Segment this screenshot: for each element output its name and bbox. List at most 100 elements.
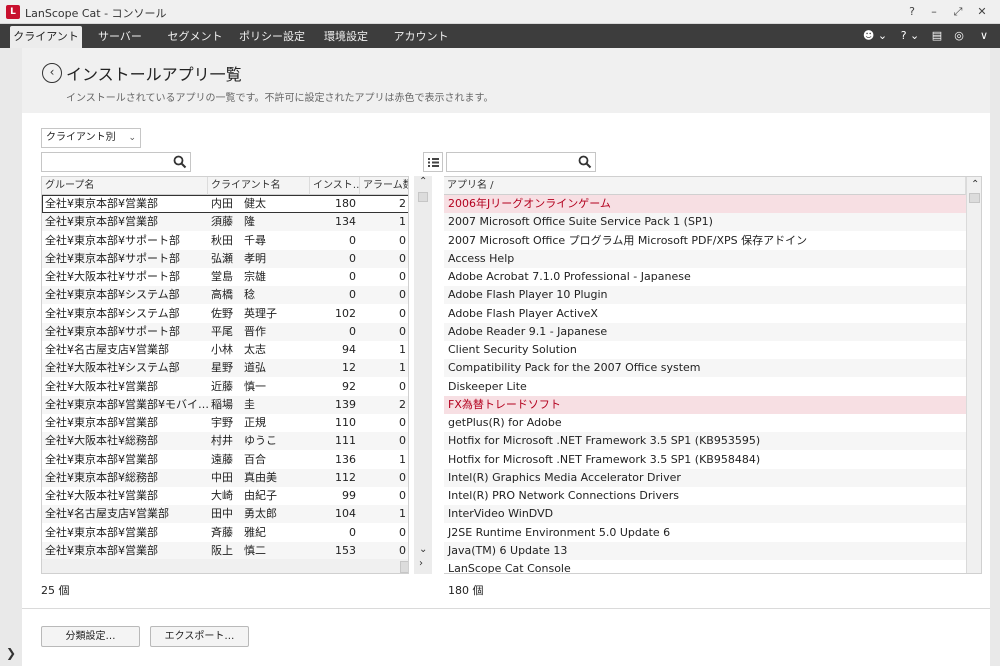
list-item[interactable]: Java(TM) 6 Update 13 bbox=[444, 541, 966, 560]
chevron-up-icon[interactable]: ⌃ bbox=[971, 179, 979, 190]
tab-account[interactable]: アカウント bbox=[386, 26, 456, 48]
table-row[interactable]: 全社¥大阪本社¥営業部 大崎 由紀子 99 0 bbox=[42, 487, 408, 505]
cell-alarms: 2 bbox=[399, 197, 406, 210]
globe-icon[interactable]: ◎ bbox=[950, 27, 968, 45]
table-row[interactable]: 全社¥東京本部¥営業部 阪上 慎二 153 0 bbox=[42, 541, 408, 560]
list-item[interactable]: J2SE Runtime Environment 5.0 Update 6 bbox=[444, 524, 966, 542]
table-row[interactable]: 全社¥東京本部¥営業部 遠藤 百合 136 1 bbox=[42, 451, 408, 469]
table-row[interactable]: 全社¥大阪本社¥営業部 近藤 慎一 92 0 bbox=[42, 378, 408, 396]
table-row[interactable]: 全社¥東京本部¥営業部 内田 健太 180 2 bbox=[42, 195, 408, 213]
minimize-button[interactable]: – bbox=[924, 3, 944, 21]
tab-client[interactable]: クライアント bbox=[10, 26, 82, 48]
table-row[interactable]: 全社¥名古屋支店¥営業部 田中 勇太郎 104 1 bbox=[42, 505, 408, 524]
table-row[interactable]: 全社¥大阪本社¥システム部 星野 道弘 12 1 bbox=[42, 359, 408, 378]
table-row[interactable]: 全社¥東京本部¥システム部 高橋 稔 0 0 bbox=[42, 286, 408, 305]
maximize-button[interactable]: ⤢ bbox=[948, 3, 968, 21]
center-scroll-thumb[interactable] bbox=[418, 192, 428, 202]
list-item[interactable]: Access Help bbox=[444, 249, 966, 268]
table-row[interactable]: 全社¥大阪本社¥サポート部 堂島 宗雄 0 0 bbox=[42, 268, 408, 286]
list-item[interactable]: Adobe Flash Player ActiveX bbox=[444, 305, 966, 323]
client-search-input[interactable] bbox=[41, 152, 191, 172]
column-header-group[interactable]: グループ名 bbox=[42, 177, 208, 195]
tab-segment[interactable]: セグメント bbox=[160, 26, 230, 48]
column-header-client[interactable]: クライアント名 bbox=[208, 177, 310, 195]
list-item[interactable]: 2007 Microsoft Office Suite Service Pack… bbox=[444, 213, 966, 232]
list-options-icon[interactable] bbox=[423, 152, 443, 172]
list-item[interactable]: Diskeeper Lite bbox=[444, 378, 966, 396]
cell-alarms: 0 bbox=[399, 306, 406, 320]
app-search-input[interactable] bbox=[446, 152, 596, 172]
cell-installs: 104 bbox=[335, 507, 356, 521]
page-subtitle: インストールされているアプリの一覧です。不許可に設定されたアプリは赤色で表示され… bbox=[66, 93, 494, 104]
table-row[interactable]: 全社¥東京本部¥サポート部 弘瀬 孝明 0 0 bbox=[42, 249, 408, 268]
list-item[interactable]: Compatibility Pack for the 2007 Office s… bbox=[444, 359, 966, 378]
app-scroll-thumb[interactable] bbox=[969, 193, 980, 203]
column-header-alarms[interactable]: アラーム数 bbox=[360, 177, 408, 195]
cell-group: 全社¥大阪本社¥システム部 bbox=[45, 361, 180, 375]
list-item[interactable]: 2007 Microsoft Office プログラム用 Microsoft P… bbox=[444, 232, 966, 250]
table-row[interactable]: 全社¥大阪本社¥総務部 村井 ゆうこ 111 0 bbox=[42, 432, 408, 451]
cell-alarms: 0 bbox=[399, 434, 406, 448]
close-button[interactable]: ✕ bbox=[972, 3, 992, 21]
table-row[interactable]: 全社¥東京本部¥システム部 佐野 英理子 102 0 bbox=[42, 305, 408, 323]
table-row[interactable]: 全社¥東京本部¥サポート部 平尾 晋作 0 0 bbox=[42, 322, 408, 341]
chevron-down-icon[interactable]: ⌄ bbox=[419, 544, 427, 555]
list-item[interactable]: getPlus(R) for Adobe bbox=[444, 414, 966, 432]
list-item[interactable]: Adobe Reader 9.1 - Japanese bbox=[444, 322, 966, 341]
chevron-up-icon[interactable]: ⌃ bbox=[419, 176, 427, 187]
column-header-app-name[interactable]: アプリ名 / bbox=[444, 177, 966, 195]
back-icon[interactable]: ‹ bbox=[42, 63, 62, 83]
search-icon[interactable] bbox=[173, 155, 187, 169]
chevron-right-icon[interactable]: › bbox=[419, 558, 423, 569]
cell-client: 星野 道弘 bbox=[211, 361, 266, 375]
view-mode-select[interactable]: クライアント別 ⌄ bbox=[41, 128, 141, 148]
list-item[interactable]: Adobe Flash Player 10 Plugin bbox=[444, 286, 966, 305]
list-item[interactable]: Adobe Acrobat 7.1.0 Professional - Japan… bbox=[444, 268, 966, 286]
cell-installs: 99 bbox=[342, 489, 356, 502]
page-header: ‹ インストールアプリ一覧 インストールされているアプリの一覧です。不許可に設定… bbox=[22, 48, 990, 113]
export-button[interactable]: エクスポート… bbox=[150, 626, 249, 647]
cell-client: 高橋 稔 bbox=[211, 288, 255, 302]
window-help-button[interactable]: ? bbox=[902, 3, 922, 21]
list-view-icon[interactable]: ▤ bbox=[928, 27, 946, 45]
expand-sidebar-icon[interactable]: ❯ bbox=[6, 646, 16, 660]
list-item[interactable]: Hotfix for Microsoft .NET Framework 3.5 … bbox=[444, 451, 966, 469]
category-settings-button[interactable]: 分類設定… bbox=[41, 626, 140, 647]
app-vscroll[interactable]: ⌃ bbox=[966, 177, 981, 573]
collapse-menu-icon[interactable]: ∨ bbox=[974, 27, 994, 45]
cell-installs: 110 bbox=[335, 416, 356, 429]
tab-server[interactable]: サーバー bbox=[88, 26, 152, 48]
tab-environment[interactable]: 環境設定 bbox=[316, 26, 376, 48]
cell-client: 宇野 正規 bbox=[211, 416, 266, 429]
list-item[interactable]: InterVideo WinDVD bbox=[444, 505, 966, 524]
table-row[interactable]: 全社¥名古屋支店¥営業部 小林 太志 94 1 bbox=[42, 341, 408, 359]
table-row[interactable]: 全社¥東京本部¥総務部 中田 真由美 112 0 bbox=[42, 468, 408, 487]
table-row[interactable]: 全社¥東京本部¥営業部¥モバイ… 稲場 圭 139 2 bbox=[42, 395, 408, 414]
table-row[interactable]: 全社¥東京本部¥サポート部 秋田 千尋 0 0 bbox=[42, 232, 408, 250]
page-title: インストールアプリ一覧 bbox=[66, 65, 242, 84]
client-hscroll[interactable] bbox=[42, 559, 408, 573]
denied-app-row[interactable]: FX為替トレードソフト bbox=[444, 395, 966, 414]
user-menu-icon[interactable]: ☻ ⌄ bbox=[862, 27, 888, 45]
cell-group: 全社¥東京本部¥営業部 bbox=[45, 215, 158, 229]
table-row[interactable]: 全社¥東京本部¥営業部 宇野 正規 110 0 bbox=[42, 414, 408, 432]
left-gutter bbox=[0, 48, 22, 666]
app-count: 180 個 bbox=[448, 584, 484, 597]
column-header-installs[interactable]: インスト… bbox=[310, 177, 360, 195]
table-row[interactable]: 全社¥東京本部¥営業部 須藤 隆 134 1 bbox=[42, 213, 408, 232]
cell-client: 佐野 英理子 bbox=[211, 306, 277, 320]
help-menu-icon[interactable]: ? ⌄ bbox=[898, 27, 922, 45]
cell-client: 田中 勇太郎 bbox=[211, 507, 277, 521]
list-item[interactable]: Client Security Solution bbox=[444, 341, 966, 359]
list-item[interactable]: Intel(R) Graphics Media Accelerator Driv… bbox=[444, 468, 966, 487]
list-item[interactable]: LanScope Cat Console bbox=[444, 560, 966, 573]
cell-client: 近藤 慎一 bbox=[211, 379, 266, 393]
cell-alarms: 0 bbox=[399, 543, 406, 557]
denied-app-row[interactable]: 2006年Jリーグオンラインゲーム bbox=[444, 195, 966, 213]
list-item[interactable]: Hotfix for Microsoft .NET Framework 3.5 … bbox=[444, 432, 966, 451]
center-scroll-column[interactable]: ⌃ ⌄ › bbox=[414, 176, 432, 574]
tab-policy[interactable]: ポリシー設定 bbox=[236, 26, 308, 48]
table-row[interactable]: 全社¥東京本部¥営業部 斉藤 雅紀 0 0 bbox=[42, 524, 408, 542]
list-item[interactable]: Intel(R) PRO Network Connections Drivers bbox=[444, 487, 966, 505]
search-icon[interactable] bbox=[578, 155, 592, 169]
